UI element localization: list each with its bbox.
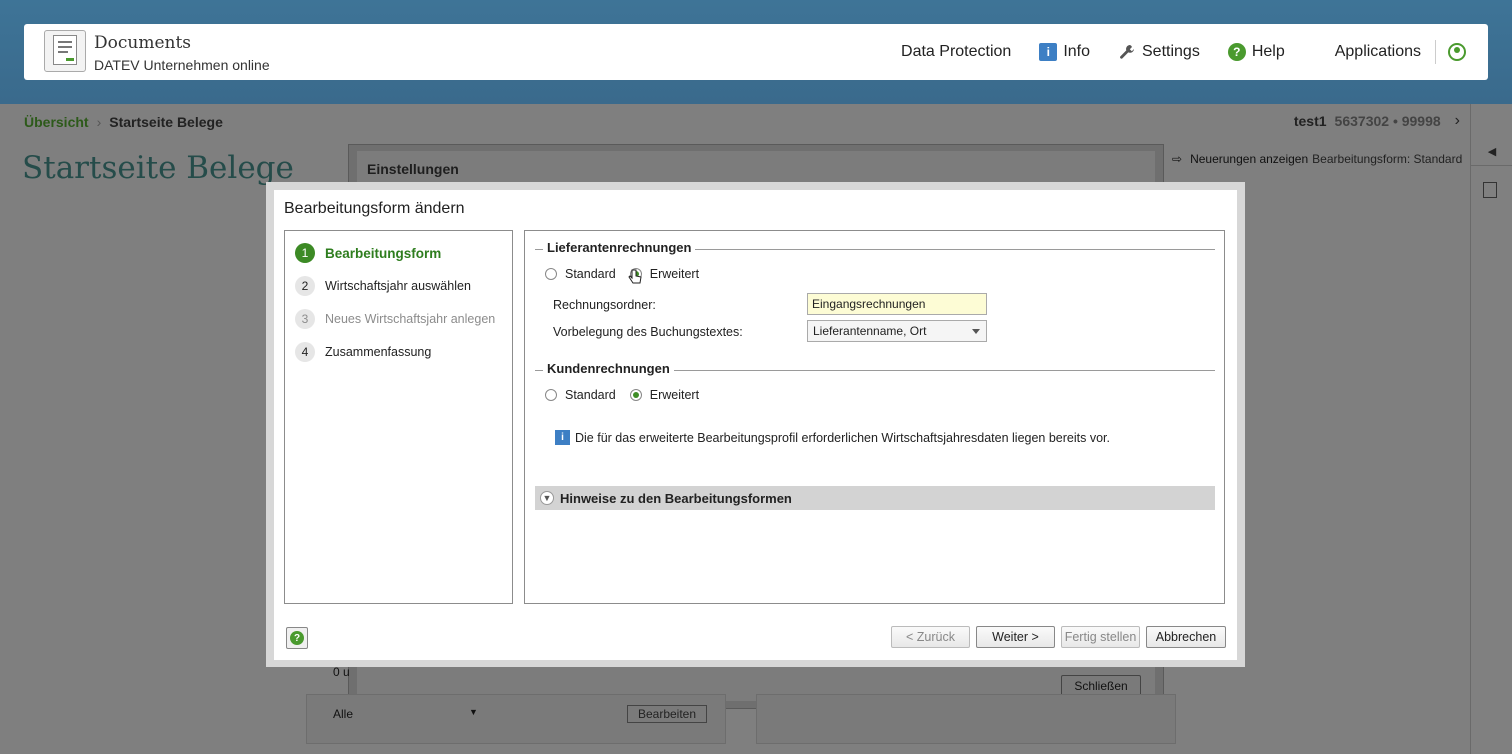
nav-applications-label: Applications bbox=[1334, 43, 1421, 60]
booking-text-select[interactable]: Lieferantenname, Ort bbox=[807, 320, 987, 342]
right-sidebar: ◀ bbox=[1470, 104, 1512, 754]
info-icon: i bbox=[1039, 43, 1058, 61]
wizard-step-4[interactable]: 4 Zusammenfassung bbox=[295, 342, 431, 362]
chevron-down-icon bbox=[972, 329, 980, 334]
hand-cursor-icon bbox=[628, 269, 642, 288]
app-title: Documents bbox=[94, 33, 192, 53]
supplier-section: Lieferantenrechnungen bbox=[535, 240, 1215, 255]
documents-logo-icon[interactable] bbox=[44, 30, 86, 72]
help-icon: ? bbox=[1227, 43, 1246, 61]
arrow-right-icon: ⇨ bbox=[1172, 152, 1183, 166]
background-card-2 bbox=[756, 694, 1176, 744]
back-button[interactable]: < Zurück bbox=[891, 626, 970, 648]
nav-help[interactable]: ? Help bbox=[1227, 43, 1285, 61]
nav-data-protection[interactable]: Data Protection bbox=[901, 43, 1011, 61]
step-number: 4 bbox=[295, 342, 315, 362]
nav-applications[interactable]: Applications bbox=[1313, 43, 1421, 61]
hints-label: Hinweise zu den Bearbeitungsformen bbox=[560, 490, 792, 506]
booking-text-label: Vorbelegung des Buchungstextes: bbox=[553, 325, 743, 339]
next-button[interactable]: Weiter > bbox=[976, 626, 1055, 648]
news-info: ⇨ Neuerungen anzeigen Bearbeitungsform: … bbox=[1172, 152, 1462, 166]
app-subtitle: DATEV Unternehmen online bbox=[94, 57, 270, 73]
breadcrumb-chevron-icon: › bbox=[96, 114, 102, 130]
page-title: Startseite Belege bbox=[22, 150, 294, 186]
chevron-right-icon[interactable]: › bbox=[1455, 112, 1460, 130]
nav-divider bbox=[1435, 40, 1436, 64]
wizard-step-1[interactable]: 1 Bearbeitungsform bbox=[295, 243, 441, 263]
nav-info[interactable]: i Info bbox=[1039, 43, 1090, 61]
step-label: Bearbeitungsform bbox=[325, 245, 442, 261]
wizard-step-3: 3 Neues Wirtschaftsjahr anlegen bbox=[295, 309, 495, 329]
customer-radio-group: Standard Erweitert bbox=[545, 388, 713, 402]
step-label: Wirtschaftsjahr auswählen bbox=[325, 279, 471, 293]
folder-label: Rechnungsordner: bbox=[553, 298, 656, 312]
wizard-steps: 1 Bearbeitungsform 2 Wirtschaftsjahr aus… bbox=[284, 230, 513, 604]
document-icon[interactable] bbox=[1483, 182, 1497, 198]
folder-input[interactable] bbox=[807, 293, 987, 315]
collapse-left-icon[interactable]: ◀ bbox=[1471, 138, 1512, 166]
help-icon: ? bbox=[290, 631, 304, 645]
customer-extended-label[interactable]: Erweitert bbox=[650, 388, 699, 402]
finish-button[interactable]: Fertig stellen bbox=[1061, 626, 1140, 648]
user-avatar-icon[interactable] bbox=[1448, 43, 1466, 61]
step-label: Zusammenfassung bbox=[325, 345, 432, 359]
hints-expander[interactable]: ▼ Hinweise zu den Bearbeitungsformen bbox=[535, 486, 1215, 510]
breadcrumb-home-link[interactable]: Übersicht bbox=[24, 114, 89, 130]
news-link[interactable]: Neuerungen anzeigen bbox=[1190, 152, 1308, 166]
booking-text-value: Lieferantenname, Ort bbox=[813, 324, 927, 338]
help-button[interactable]: ? bbox=[286, 627, 308, 649]
supplier-extended-label[interactable]: Erweitert bbox=[650, 267, 699, 281]
user-info: test1 5637302 • 99998 › bbox=[1294, 112, 1460, 130]
mode-info: Bearbeitungsform: Standard bbox=[1312, 152, 1463, 166]
supplier-standard-label[interactable]: Standard bbox=[565, 267, 616, 281]
customer-section: Kundenrechnungen bbox=[535, 361, 1215, 376]
bg-edit-button[interactable]: Bearbeiten bbox=[627, 705, 707, 723]
top-nav: Data Protection i Info Settings ? Help App… bbox=[873, 24, 1466, 80]
customer-standard-label[interactable]: Standard bbox=[565, 388, 616, 402]
nav-info-label: Info bbox=[1063, 43, 1090, 60]
step-number: 1 bbox=[295, 243, 315, 263]
nav-help-label: Help bbox=[1251, 43, 1285, 60]
change-mode-dialog: Bearbeitungsform ändern 1 Bearbeitungsfo… bbox=[274, 190, 1237, 660]
nav-data-protection-label: Data Protection bbox=[901, 43, 1012, 60]
info-message-text: Die für das erweiterte Bearbeitungsprofi… bbox=[575, 430, 1110, 445]
customer-heading: Kundenrechnungen bbox=[543, 361, 674, 376]
breadcrumb-current: Startseite Belege bbox=[109, 114, 223, 130]
info-icon: i bbox=[555, 430, 570, 445]
apps-grid-icon bbox=[1313, 44, 1329, 60]
customer-standard-radio[interactable] bbox=[545, 389, 557, 401]
step-number: 3 bbox=[295, 309, 315, 329]
background-card: 0 u Alle ▼ Bearbeiten bbox=[306, 665, 726, 744]
chevron-down-icon: ▼ bbox=[540, 491, 554, 505]
step-label: Neues Wirtschaftsjahr anlegen bbox=[325, 312, 496, 326]
user-name: test1 bbox=[1293, 113, 1327, 129]
supplier-standard-radio[interactable] bbox=[545, 268, 557, 280]
nav-settings[interactable]: Settings bbox=[1118, 43, 1200, 61]
wrench-icon bbox=[1118, 43, 1136, 61]
nav-settings-label: Settings bbox=[1142, 43, 1200, 60]
customer-extended-radio[interactable] bbox=[629, 389, 642, 401]
step-number: 2 bbox=[295, 276, 315, 296]
info-message: i Die für das erweiterte Bearbeitungspro… bbox=[555, 430, 1110, 445]
dialog-title: Bearbeitungsform ändern bbox=[284, 200, 465, 217]
settings-panel-title: Einstellungen bbox=[367, 161, 459, 177]
supplier-heading: Lieferantenrechnungen bbox=[543, 240, 696, 255]
bg-filter-select[interactable]: Alle bbox=[333, 707, 353, 721]
wizard-step-2[interactable]: 2 Wirtschaftsjahr auswählen bbox=[295, 276, 471, 296]
user-ids: 5637302 • 99998 bbox=[1334, 113, 1441, 129]
breadcrumb: Übersicht › Startseite Belege bbox=[24, 114, 223, 130]
bg-count-text: 0 u bbox=[333, 665, 350, 679]
chevron-down-icon: ▼ bbox=[469, 707, 478, 717]
cancel-button[interactable]: Abbrechen bbox=[1146, 626, 1226, 648]
app-header: Documents DATEV Unternehmen online Data … bbox=[24, 24, 1488, 80]
